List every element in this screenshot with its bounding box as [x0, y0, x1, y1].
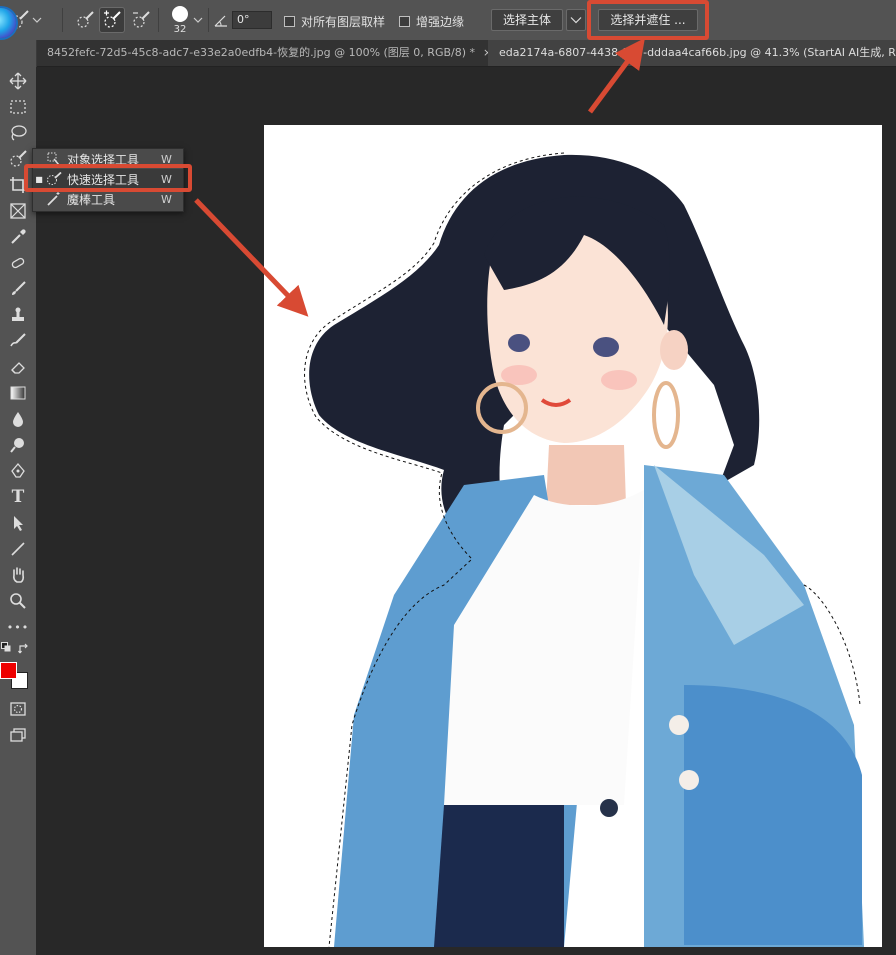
chevron-down-icon	[32, 17, 42, 23]
angle-icon	[214, 15, 227, 27]
brush-icon[interactable]	[5, 278, 31, 300]
enhance-edge-label: 增强边缘	[416, 15, 465, 29]
menu-item-magic-wand[interactable]: 魔棒工具 W	[33, 189, 183, 209]
menu-item-label: 魔棒工具	[67, 192, 116, 207]
marquee-icon[interactable]	[5, 96, 31, 118]
clone-stamp-icon[interactable]	[5, 304, 31, 326]
blur-icon[interactable]	[5, 408, 31, 430]
tab-document-1[interactable]: 8452fefc-72d5-45c8-adc7-e33e2a0edfb4-恢复的…	[36, 40, 488, 66]
path-selection-icon[interactable]	[5, 512, 31, 534]
menu-item-label: 快速选择工具	[67, 172, 140, 187]
brush-size-value: 32	[173, 24, 187, 35]
selection-tools-flyout: 对象选择工具 W ■ 快速选择工具 W 魔棒工具 W	[32, 148, 184, 212]
menu-item-object-selection[interactable]: 对象选择工具 W	[33, 149, 183, 169]
foreground-color-swatch[interactable]	[0, 662, 17, 679]
document-canvas[interactable]	[264, 125, 882, 947]
document-tab-bar: 8452fefc-72d5-45c8-adc7-e33e2a0edfb4-恢复的…	[36, 40, 896, 67]
magic-wand-icon	[45, 191, 63, 207]
menu-item-quick-selection[interactable]: ■ 快速选择工具 W	[33, 169, 183, 189]
pen-icon[interactable]	[5, 460, 31, 482]
menu-item-shortcut: W	[161, 192, 172, 206]
options-bar: 32 0° 对所有图层取样 增强边缘 选择主体 选择并遮住 ...	[0, 0, 896, 41]
zoom-icon[interactable]	[5, 590, 31, 612]
color-swatches	[0, 620, 32, 689]
crop-icon[interactable]	[5, 174, 31, 196]
tab-document-2[interactable]: eda2174a-6807-4438-8... -dddaa4caf66b.jp…	[488, 40, 896, 66]
checkbox-box	[399, 16, 410, 27]
brush-tip-icon	[172, 6, 188, 22]
illustration-girl-image	[304, 152, 864, 947]
sample-all-layers-label: 对所有图层取样	[301, 15, 386, 29]
lasso-icon[interactable]	[5, 122, 31, 144]
angle-input[interactable]: 0°	[232, 11, 272, 29]
healing-brush-icon[interactable]	[5, 252, 31, 274]
line-icon[interactable]	[5, 538, 31, 560]
object-selection-icon	[45, 151, 63, 167]
quick-selection-subtract-icon	[133, 11, 150, 28]
type-icon[interactable]: T	[5, 486, 31, 508]
eyedropper-icon[interactable]	[5, 226, 31, 248]
hand-icon[interactable]	[5, 564, 31, 586]
brush-size-chevron-icon[interactable]	[193, 16, 203, 24]
move-icon[interactable]	[5, 70, 31, 92]
menu-item-shortcut: W	[161, 172, 172, 186]
new-selection-button[interactable]	[72, 7, 98, 33]
quick-selection-new-icon	[77, 11, 94, 28]
history-brush-icon[interactable]	[5, 330, 31, 352]
eraser-icon[interactable]	[5, 356, 31, 378]
tab-label: 8452fefc-72d5-45c8-adc7-e33e2a0edfb4-恢复的…	[47, 46, 476, 59]
dodge-icon[interactable]	[5, 434, 31, 456]
menu-item-shortcut: W	[161, 152, 172, 166]
subtract-from-selection-button[interactable]	[128, 7, 154, 33]
select-and-mask-button[interactable]: 选择并遮住 ...	[598, 9, 698, 31]
enhance-edge-checkbox[interactable]: 增强边缘	[399, 13, 464, 30]
select-subject-button[interactable]: 选择主体	[491, 9, 563, 31]
select-subject-dropdown[interactable]	[566, 9, 586, 31]
selected-marker: ■	[35, 174, 43, 184]
gradient-icon[interactable]	[5, 382, 31, 404]
quick-selection-icon	[45, 171, 63, 187]
checkbox-box	[284, 16, 295, 27]
chevron-down-icon	[570, 17, 582, 24]
tab-label: eda2174a-6807-4438-8... -dddaa4caf66b.jp…	[499, 46, 896, 59]
quick-selection-icon[interactable]	[5, 148, 31, 170]
frame-icon[interactable]	[5, 200, 31, 222]
screen-mode-icon[interactable]	[5, 724, 31, 746]
sample-all-layers-checkbox[interactable]: 对所有图层取样	[284, 13, 385, 30]
add-to-selection-button[interactable]	[99, 7, 125, 33]
menu-item-label: 对象选择工具	[67, 152, 140, 167]
quick-mask-icon[interactable]	[5, 698, 31, 720]
quick-selection-add-icon	[104, 10, 121, 28]
brush-size-picker[interactable]: 32	[164, 4, 196, 38]
